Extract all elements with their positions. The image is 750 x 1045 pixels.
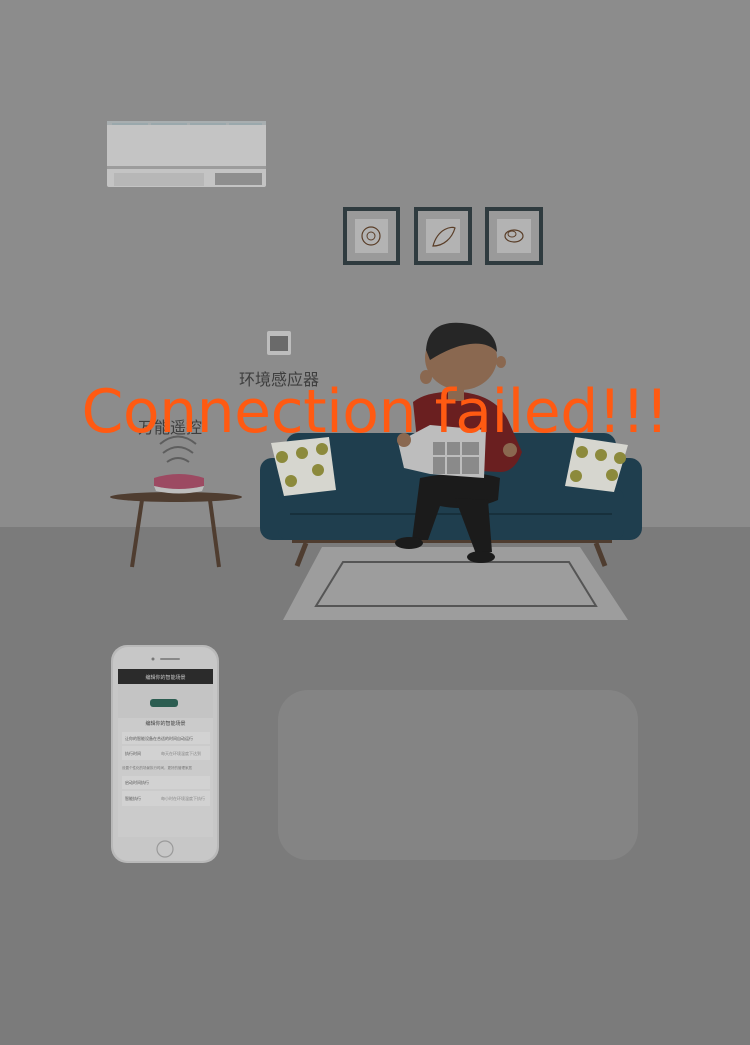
rug: [283, 547, 628, 620]
air-conditioner: [107, 121, 266, 187]
phone-row-1: 执行时间 每天在环境温度下达到: [125, 751, 207, 757]
picture-frames: [343, 207, 543, 265]
phone-row-0-label: 让你的智能设备在合适的时间自动运行: [125, 736, 193, 741]
phone-nav-title: 编辑你的智能场景: [145, 675, 186, 681]
phone-row-1-value: 每天在环境温度下达到: [161, 751, 201, 756]
blurred-reflection: [278, 690, 638, 860]
connection-error-message: Connection failed!!!: [81, 377, 669, 447]
phone-note: 设置个性化的场景执行时间，更好的管理家居: [122, 766, 192, 770]
living-room-illustration: [0, 0, 750, 1045]
phone-row-0: 让你的智能设备在合适的时间自动运行: [125, 736, 193, 742]
phone-row-3-label: 智能执行: [125, 796, 141, 801]
phone-row-3: 智能执行 每小时在环境温度下执行: [125, 796, 207, 802]
phone-row-2-label: 启动时间执行: [125, 780, 149, 785]
phone-row-1-label: 执行时间: [125, 751, 141, 756]
phone-row-2: 启动时间执行: [125, 780, 149, 786]
environment-sensor-device: [267, 331, 291, 355]
phone-heading: 编辑你的智能场景: [145, 721, 186, 727]
phone-row-3-value: 每小时在环境温度下执行: [161, 796, 205, 801]
